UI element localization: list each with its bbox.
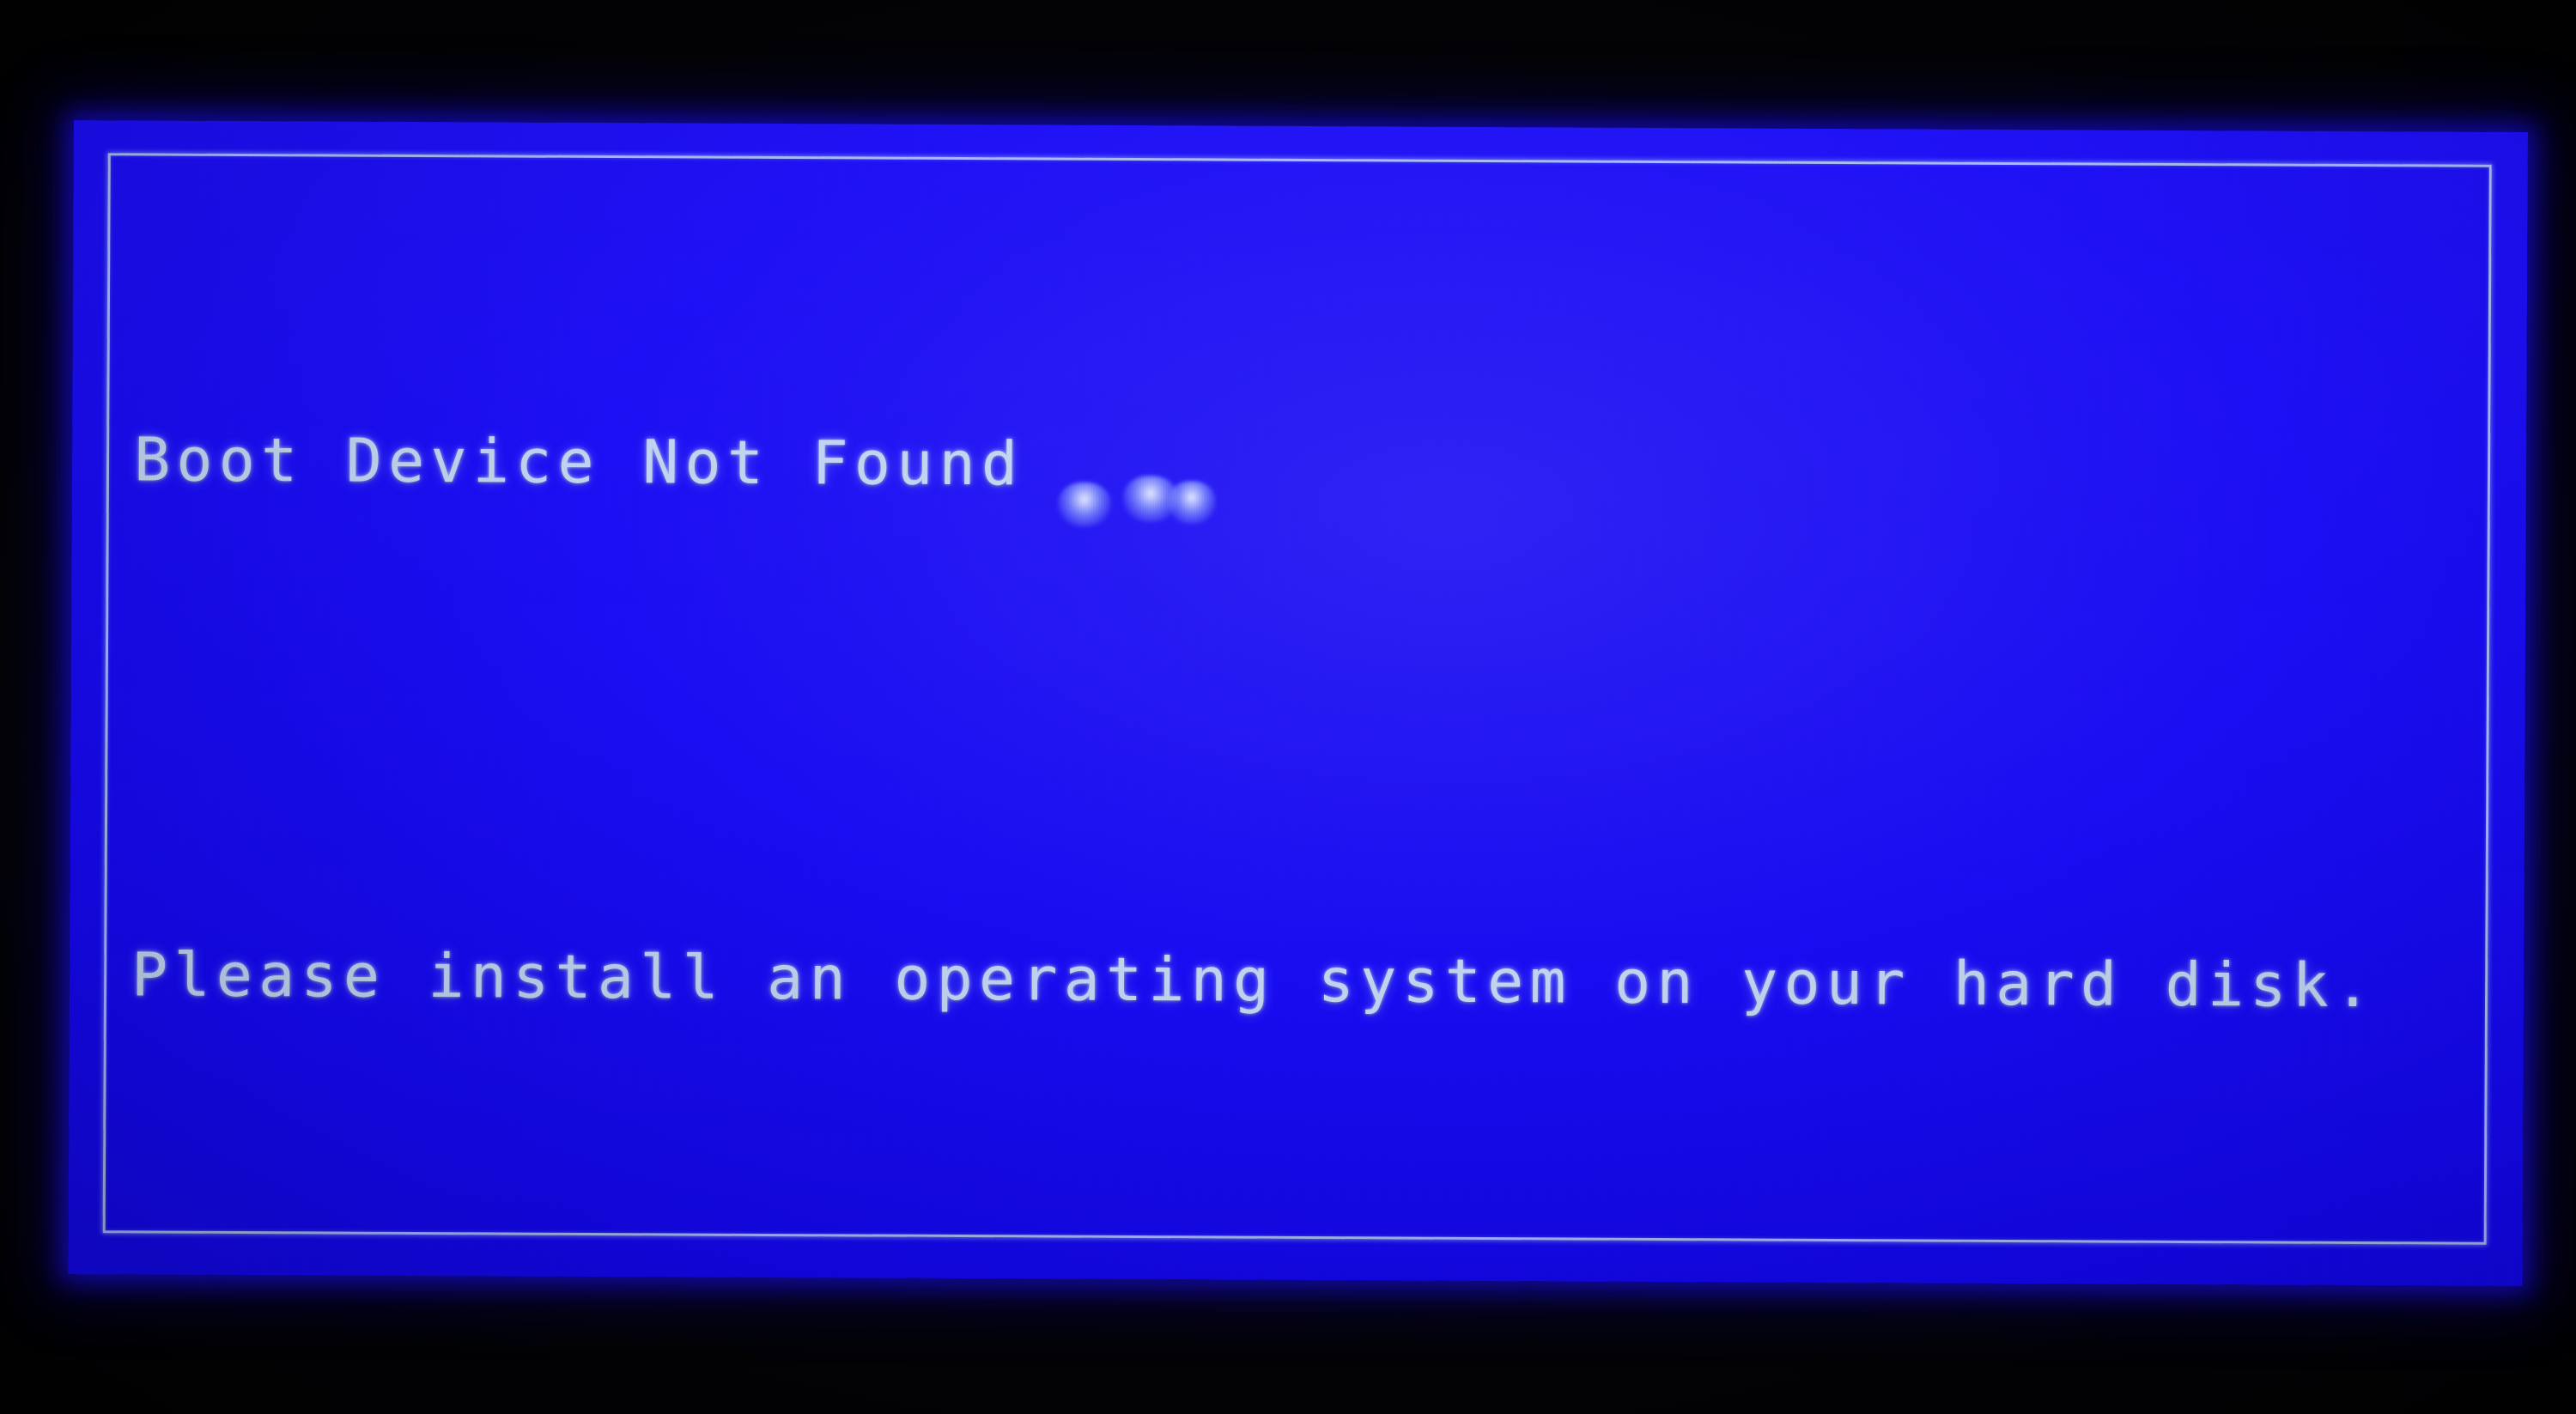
line-spacer-1	[132, 687, 2502, 775]
boot-error-title: Boot Device Not Found	[133, 424, 1024, 500]
line-spacer-2	[130, 1202, 2500, 1286]
bios-message-block: Boot Device Not Found Please install an …	[122, 249, 2506, 1286]
monitor-photo-frame: Boot Device Not Found Please install an …	[0, 0, 2576, 1414]
bios-screen: Boot Device Not Found Please install an …	[68, 120, 2528, 1286]
install-os-instruction: Please install an operating system on yo…	[131, 939, 2378, 1022]
